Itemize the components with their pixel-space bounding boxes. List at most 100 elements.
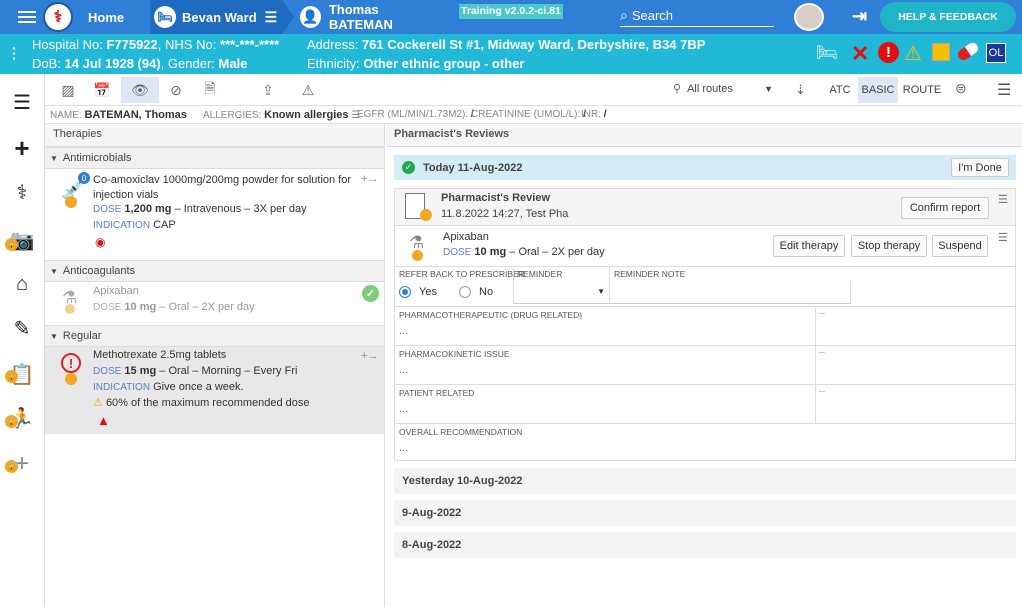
route-tab[interactable]: ROUTE <box>900 77 944 103</box>
add-icon[interactable]: + <box>8 133 36 163</box>
review-dose-line: DOSE 10 mg – Oral – 2X per day <box>443 246 605 258</box>
menu-icon[interactable] <box>18 9 36 25</box>
day-section-9-aug[interactable]: 9-Aug-2022 <box>394 500 1016 526</box>
basic-tab[interactable]: BASIC <box>858 77 898 103</box>
edit-document-icon[interactable]: ✎ <box>8 314 36 342</box>
patient-related-input[interactable]: ... <box>399 403 809 415</box>
dose-details: – Oral – 2X per day <box>509 246 605 258</box>
confirm-report-button[interactable]: Confirm report <box>901 197 989 219</box>
pharmacokinetic-input[interactable]: ... <box>399 364 809 376</box>
dose-details: – Intravenous – 3X per day <box>174 203 307 215</box>
review-card: Pharmacist's Review 11.8.2022 14:27, Tes… <box>394 188 1016 461</box>
therapy-row[interactable]: ! Methotrexate 2.5mg tablets DOSE 15 mg … <box>45 347 384 434</box>
pharmacokinetic-dash: -- <box>819 347 825 357</box>
export-icon[interactable]: ⇪ <box>251 77 285 103</box>
pill-outline-icon[interactable]: ⊘ <box>159 77 193 103</box>
home-icon[interactable]: ⌂ <box>8 270 36 298</box>
day-section-yesterday[interactable]: Yesterday 10-Aug-2022 <box>394 468 1016 494</box>
lock-icon: 🔒 <box>5 460 18 473</box>
help-feedback-button[interactable]: HELP & FEEDBACK <box>880 2 1016 32</box>
refer-no-radio[interactable]: No <box>459 286 493 298</box>
dose-details: – Oral – 2X per day <box>159 301 255 313</box>
user-avatar[interactable] <box>794 3 824 31</box>
patient-ids-line: Hospital No: F775922, NHS No: ***-***-**… <box>32 37 280 52</box>
edit-therapy-button[interactable]: Edit therapy <box>773 235 845 257</box>
breadcrumb-ward[interactable]: 🛏 Bevan Ward ☰ <box>150 0 282 34</box>
tablet-alert-icon: ! <box>61 353 81 373</box>
dose-label: DOSE <box>93 204 122 215</box>
egfr-label: EGFR (ML/MIN/1.73M2): <box>357 109 469 120</box>
pill-icon[interactable] <box>955 40 981 63</box>
dose-line: DOSE 10 mg – Oral – 2X per day <box>93 301 255 313</box>
pharmacist-badge-icon <box>412 250 423 261</box>
bed-status-icon[interactable]: 🛏 <box>816 43 838 63</box>
patient-address-line: Address: 761 Cockerell St #1, Midway War… <box>307 37 705 52</box>
routes-label: All routes <box>687 82 733 95</box>
list-view-icon[interactable]: ☰ <box>8 88 36 116</box>
alert-outline-icon[interactable]: ⚠ <box>291 77 325 103</box>
therapy-row[interactable]: ⚗ Apixaban DOSE 10 mg – Oral – 2X per da… <box>45 282 384 325</box>
creatinine-label: CREATININE (UMOL/L): <box>471 109 581 120</box>
review-drug-name: Apixaban <box>443 231 489 243</box>
hamburger-menu-icon[interactable]: ☰ <box>997 80 1011 100</box>
stethoscope-icon[interactable]: ⚕ <box>8 178 36 206</box>
search-box[interactable]: ⌕ Search <box>620 5 774 27</box>
breadcrumb-patient[interactable]: 👤 Thomas BATEMAN <box>300 0 440 34</box>
radio-selected-icon <box>399 286 411 298</box>
gender-label: Gender: <box>167 56 215 71</box>
indication-line: INDICATION Give once a week. <box>93 381 244 393</box>
info-allergies[interactable]: ALLERGIES: Known allergies ☰ <box>203 109 360 121</box>
view-eye-icon[interactable]: 👁 <box>121 77 159 103</box>
suspend-button[interactable]: Suspend <box>932 235 988 257</box>
cross-alert-icon[interactable]: ✕ <box>851 41 869 67</box>
ol-badge[interactable]: OL <box>986 43 1006 63</box>
ethnicity: Other ethnic group - other <box>363 56 525 71</box>
reminder-note-input[interactable] <box>609 282 851 304</box>
breadcrumb-home[interactable]: Home <box>78 0 140 34</box>
atc-tab[interactable]: ATC <box>823 77 857 103</box>
name-label: NAME: <box>50 110 82 121</box>
error-alert-icon[interactable]: ! <box>878 42 899 63</box>
routes-dropdown[interactable]: ⚲ All routes ▼ <box>673 82 773 96</box>
dob: 14 Jul 1928 (94) <box>64 56 161 71</box>
dose-value: 10 mg <box>124 301 157 313</box>
dob-label: DoB: <box>32 56 61 71</box>
day-section-8-aug[interactable]: 8-Aug-2022 <box>394 532 1016 558</box>
stop-therapy-button[interactable]: Stop therapy <box>851 235 927 257</box>
reminder-label: REMINDER <box>517 269 563 279</box>
red-warning-icon: ▲ <box>97 413 110 428</box>
app-logo-icon: ⚕ <box>43 2 73 32</box>
grouping-icon[interactable]: ⊜ <box>955 80 967 97</box>
overall-recommendation-input[interactable]: ... <box>399 442 999 454</box>
flowsheet-icon[interactable]: ▨ <box>51 77 85 103</box>
therapy-row[interactable]: 💉 0 Co-amoxiclav 1000mg/200mg powder for… <box>45 169 384 260</box>
group-antimicrobials[interactable]: ▼ Antimicrobials <box>45 147 384 169</box>
dose-label: DOSE <box>93 302 122 313</box>
left-sidebar: ☰ + ⚕ 📷 🔒 ⌂ ✎ 📋 🔒 🏃 🔒 + 🔒 <box>0 74 45 607</box>
expand-arrows-icon[interactable]: +→ <box>361 173 378 185</box>
card-menu-icon[interactable]: ☰ <box>998 193 1008 206</box>
patient-banner: · · · Hospital No: F775922, NHS No: ***-**… <box>0 34 1022 74</box>
refer-back-label: REFER BACK TO PRESCRIBER <box>399 269 525 279</box>
group-anticoagulants[interactable]: ▼ Anticoagulants <box>45 260 384 282</box>
reminder-dropdown[interactable]: ▼ <box>513 282 609 304</box>
document-icon[interactable]: 🗎 <box>193 77 227 103</box>
therapy-menu-icon[interactable]: ☰ <box>998 231 1008 244</box>
im-done-button[interactable]: I'm Done <box>951 158 1009 177</box>
today-header[interactable]: ✓ Today 11-Aug-2022 <box>394 155 1016 180</box>
notes-icon[interactable] <box>932 43 950 61</box>
pharmacotherapeutic-input[interactable]: ... <box>399 325 809 337</box>
logout-icon[interactable]: ⇥ <box>852 6 867 27</box>
group-regular[interactable]: ▼ Regular <box>45 325 384 347</box>
refer-yes-radio[interactable]: Yes <box>399 286 437 298</box>
sort-icon[interactable]: ⇣ <box>795 82 806 98</box>
radio-empty-icon <box>459 286 471 298</box>
group-name: Regular <box>62 330 102 342</box>
calendar-icon[interactable]: 📅 <box>85 77 119 103</box>
kebab-menu-icon[interactable]: · · · <box>12 41 17 65</box>
warning-icon[interactable]: ⚠ <box>904 41 922 66</box>
routes-icon: ⚲ <box>673 83 682 95</box>
expand-arrows-icon[interactable]: +→ <box>361 350 378 362</box>
overall-recommendation-label: OVERALL RECOMMENDATION <box>399 427 523 437</box>
check-circle-icon: ✓ <box>362 285 379 302</box>
